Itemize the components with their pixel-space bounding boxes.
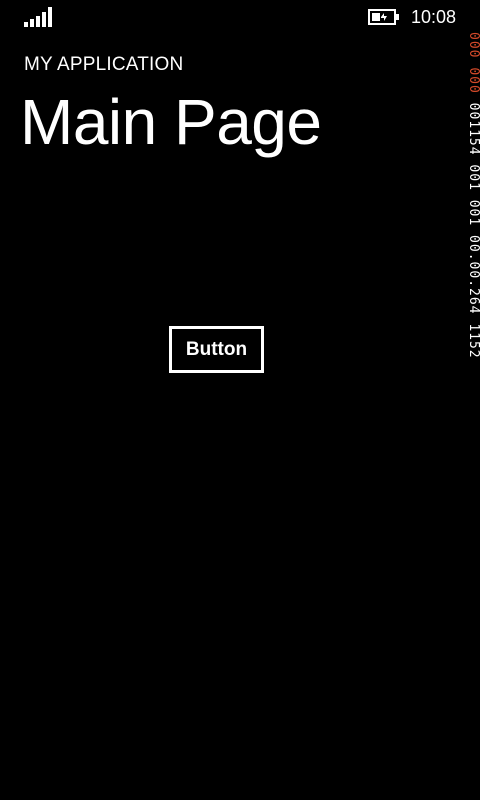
frame-counter-white-4: 001: [466, 199, 480, 227]
frame-counter-white-8: 1152: [466, 323, 480, 359]
battery-charging-icon: [368, 9, 399, 25]
signal-strength-icon: [24, 7, 52, 27]
frame-counter-white-2: 154: [466, 129, 480, 156]
page-title: Main Page: [20, 86, 322, 158]
frame-counter-white-6: 00: [466, 261, 480, 280]
frame-counter-red-1: 000: [466, 32, 480, 59]
main-button[interactable]: Button: [169, 326, 264, 373]
frame-counter-white-3: 001: [466, 164, 480, 191]
status-bar: 10:08: [0, 0, 480, 32]
frame-counter-text: 000 000 001154 001 001 00.00.264 1152: [466, 32, 480, 359]
frame-counter-white-1: 001: [466, 102, 480, 130]
frame-counter-red-2: 000: [466, 67, 480, 94]
frame-rate-counter: 000 000 001154 001 001 00.00.264 1152: [466, 32, 480, 392]
app-title: MY APPLICATION: [24, 54, 184, 75]
frame-counter-white-7: 264: [466, 288, 480, 315]
frame-counter-white-5: 00: [466, 235, 480, 253]
clock-time: 10:08: [411, 7, 457, 27]
